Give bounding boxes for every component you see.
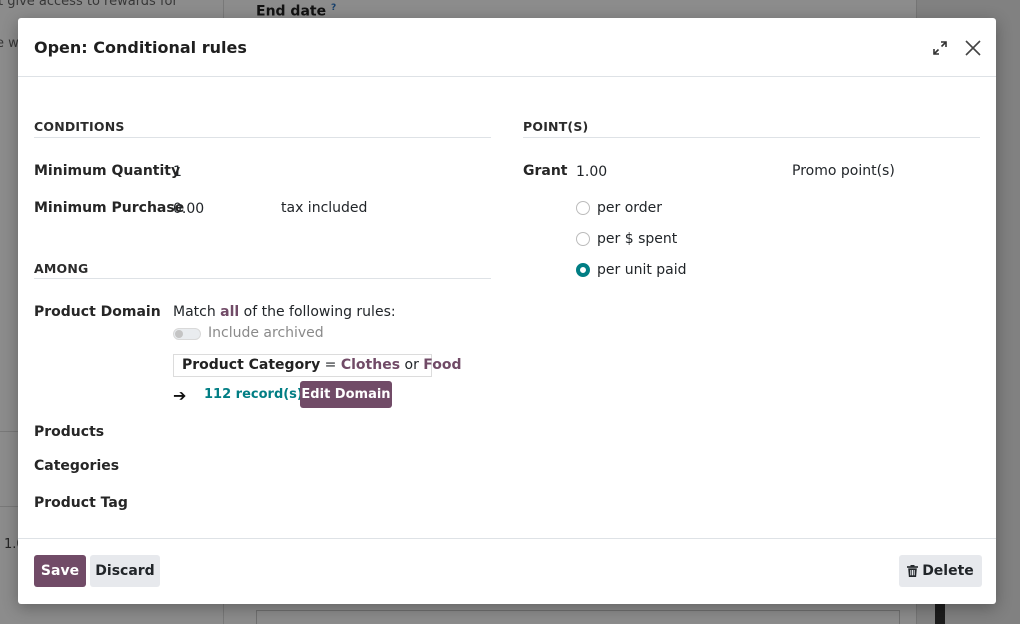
section-divider xyxy=(34,278,491,279)
domain-rule[interactable]: Product Category = Clothes or Food xyxy=(173,354,462,377)
min-purchase-field[interactable]: 0.00 xyxy=(173,201,204,217)
match-suffix: of the following rules: xyxy=(243,304,396,320)
section-divider xyxy=(34,137,491,138)
include-archived-toggle[interactable] xyxy=(173,328,201,340)
delete-label: Delete xyxy=(922,563,974,579)
dialog-title: Open: Conditional rules xyxy=(34,38,247,57)
include-archived-label: Include archived xyxy=(208,325,324,341)
discard-button[interactable]: Discard xyxy=(90,555,160,587)
per-unit-paid-label[interactable]: per unit paid xyxy=(597,262,687,278)
domain-operator: = xyxy=(324,357,337,373)
conditions-section-title: CONDITIONS xyxy=(34,119,125,134)
domain-field: Product Category xyxy=(182,357,321,373)
edit-domain-button[interactable]: Edit Domain xyxy=(300,381,392,408)
match-all-selector[interactable]: all xyxy=(220,304,239,320)
promo-points-label: Promo point(s) xyxy=(792,163,895,179)
save-button[interactable]: Save xyxy=(34,555,86,587)
products-label: Products xyxy=(34,424,105,440)
per-order-label[interactable]: per order xyxy=(597,200,662,216)
dialog-header: Open: Conditional rules xyxy=(18,18,996,77)
points-section-title: POINT(S) xyxy=(523,119,589,134)
min-quantity-field[interactable]: 1 xyxy=(173,164,182,180)
among-section-title: AMONG xyxy=(34,261,89,276)
categories-label: Categories xyxy=(34,458,120,474)
per-order-radio[interactable] xyxy=(576,201,590,215)
tax-included-label: tax included xyxy=(281,200,368,216)
close-icon[interactable] xyxy=(962,37,984,59)
product-domain-label: Product Domain xyxy=(34,304,161,320)
product-tag-label: Product Tag xyxy=(34,495,128,511)
grant-field[interactable]: 1.00 xyxy=(576,164,607,180)
domain-connector: or xyxy=(404,357,419,373)
toggle-knob xyxy=(175,330,183,338)
trash-icon xyxy=(907,565,919,577)
min-purchase-label: Minimum Purchase xyxy=(34,200,185,216)
conditional-rules-dialog: Open: Conditional rules CONDITIONS Minim… xyxy=(18,18,996,604)
per-unit-paid-radio[interactable] xyxy=(576,263,590,277)
arrow-right-icon: ➔ xyxy=(173,386,187,405)
dialog-footer: Save Discard Delete xyxy=(18,538,996,604)
records-count-link[interactable]: 112 record(s) xyxy=(204,387,303,402)
section-divider xyxy=(523,137,980,138)
min-quantity-label: Minimum Quantity xyxy=(34,163,181,179)
match-prefix: Match xyxy=(173,304,216,320)
domain-value: Clothes xyxy=(340,357,401,373)
domain-match-text: Match all of the following rules: xyxy=(173,304,396,320)
domain-value: Food xyxy=(423,357,462,373)
delete-button[interactable]: Delete xyxy=(899,555,982,587)
grant-label: Grant xyxy=(523,163,568,179)
expand-icon[interactable] xyxy=(930,38,950,58)
per-spent-label[interactable]: per $ spent xyxy=(597,231,677,247)
per-spent-radio[interactable] xyxy=(576,232,590,246)
